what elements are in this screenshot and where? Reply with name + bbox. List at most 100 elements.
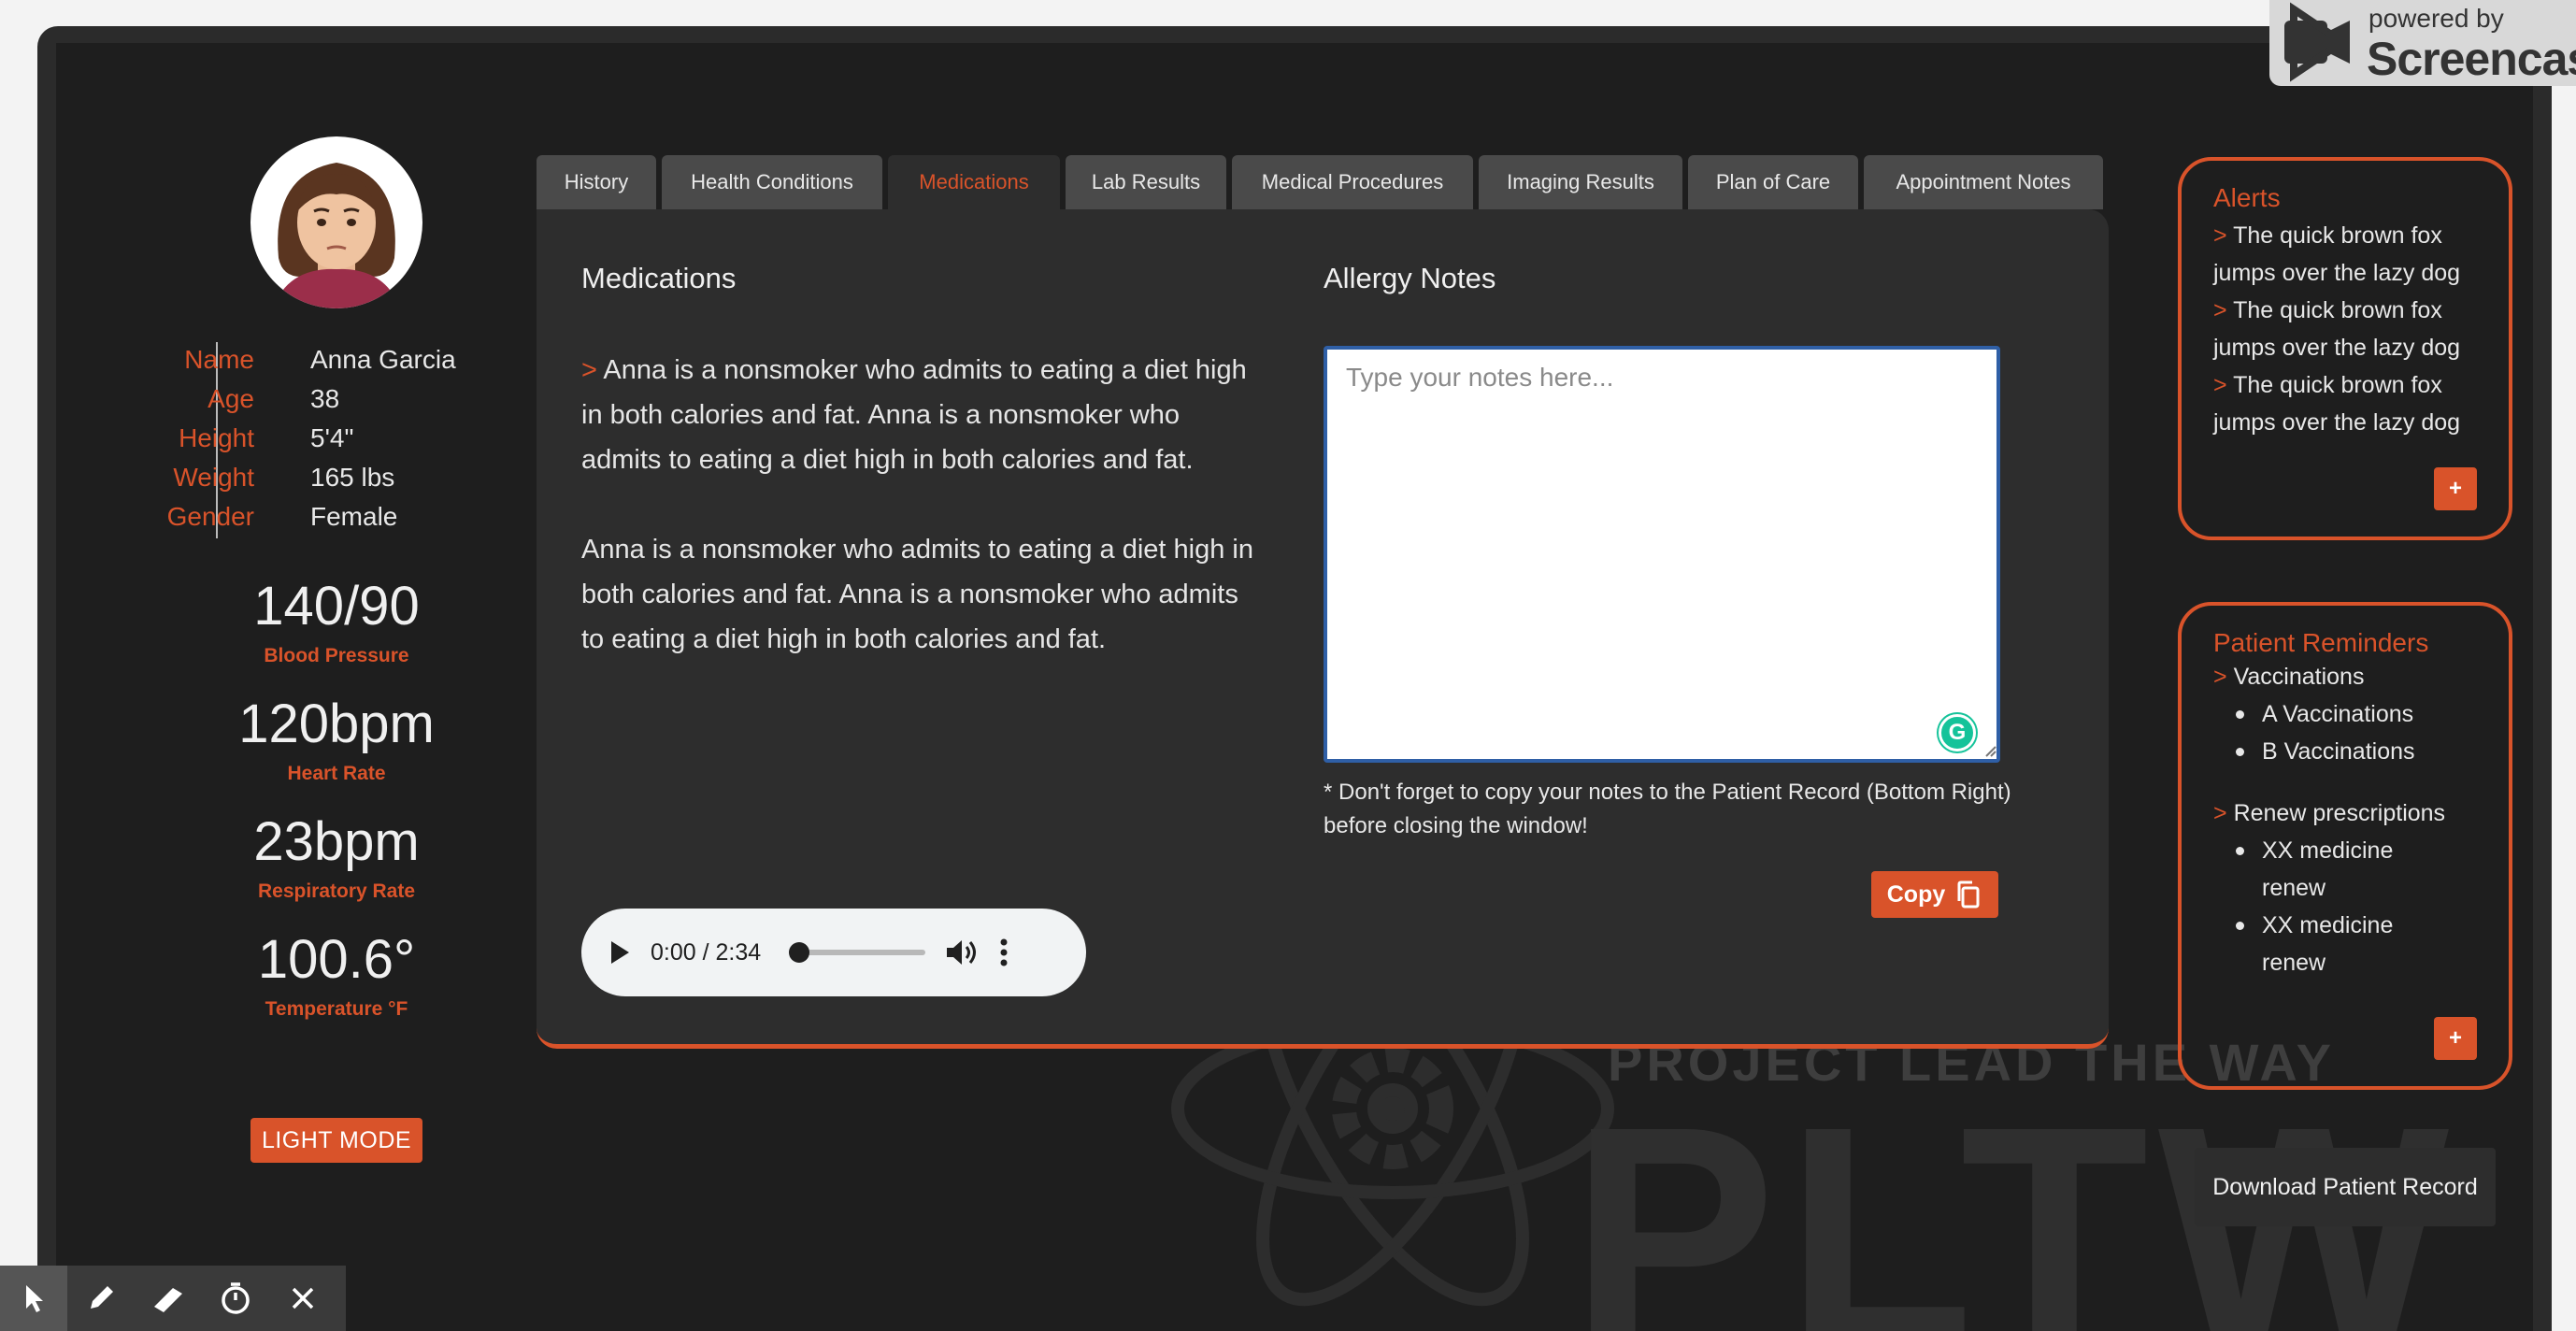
patient-info: Name Anna Garcia Age 38 Height 5'4" Weig… bbox=[150, 340, 456, 537]
tab-bar: History Health Conditions Medications La… bbox=[537, 155, 2103, 209]
vital-blood-pressure: 140/90 Blood Pressure bbox=[178, 580, 495, 667]
tab-health-conditions[interactable]: Health Conditions bbox=[662, 155, 882, 209]
close-tool[interactable] bbox=[269, 1266, 336, 1331]
caret-icon: > bbox=[2213, 222, 2227, 249]
audio-time: 0:00 / 2:34 bbox=[651, 938, 762, 966]
avatar-illustration-icon bbox=[273, 163, 400, 308]
allergy-notes-title: Allergy Notes bbox=[1324, 262, 1496, 294]
tab-lab-results[interactable]: Lab Results bbox=[1066, 155, 1226, 209]
vital-value: 120bpm bbox=[238, 694, 435, 754]
tab-history[interactable]: History bbox=[537, 155, 656, 209]
play-icon[interactable] bbox=[608, 938, 632, 966]
vital-value: 140/90 bbox=[253, 576, 420, 637]
reminder-group-name: Vaccinations bbox=[2233, 664, 2365, 690]
reminder-group: > Vaccinations bbox=[2213, 658, 2477, 695]
patient-reminders-box: Patient Reminders > Vaccinations A Vacci… bbox=[2178, 602, 2512, 1090]
alerts-title: Alerts bbox=[2213, 183, 2281, 212]
caret-icon: > bbox=[2213, 372, 2227, 398]
info-value: 5'4" bbox=[310, 423, 354, 452]
alert-text: The quick brown fox jumps over the lazy … bbox=[2213, 297, 2461, 361]
medications-text: Anna is a nonsmoker who admits to eating… bbox=[581, 355, 1247, 475]
medications-paragraph: > Anna is a nonsmoker who admits to eati… bbox=[581, 348, 1254, 482]
list-item: XX medicine renew bbox=[2236, 832, 2449, 907]
alert-item: > The quick brown fox jumps over the laz… bbox=[2213, 292, 2477, 366]
pen-icon bbox=[91, 1286, 113, 1309]
caret-icon: > bbox=[2213, 297, 2227, 323]
recorder-toolbar bbox=[0, 1266, 346, 1331]
vital-label: Blood Pressure bbox=[264, 645, 409, 666]
copy-icon bbox=[1957, 880, 1980, 909]
powered-by-label: powered by bbox=[2368, 4, 2504, 33]
info-row-gender: Gender Female bbox=[150, 497, 456, 537]
vital-label: Heart Rate bbox=[287, 763, 386, 784]
alert-text: The quick brown fox jumps over the lazy … bbox=[2213, 222, 2461, 286]
highlighter-icon bbox=[154, 1288, 182, 1312]
alerts-box: Alerts > The quick brown fox jumps over … bbox=[2178, 157, 2512, 540]
tab-medical-procedures[interactable]: Medical Procedures bbox=[1232, 155, 1473, 209]
vital-value: 100.6° bbox=[257, 929, 416, 990]
pointer-icon bbox=[26, 1285, 43, 1312]
grammarly-icon[interactable]: G bbox=[1939, 714, 1976, 751]
medications-panel: Medications > Anna is a nonsmoker who ad… bbox=[537, 209, 2109, 1049]
list-item: A Vaccinations bbox=[2236, 695, 2477, 733]
info-value: Anna Garcia bbox=[310, 345, 456, 374]
copy-label: Copy bbox=[1886, 880, 1946, 908]
info-label: Name bbox=[184, 345, 254, 374]
more-options-icon[interactable] bbox=[998, 937, 1009, 967]
info-row-height: Height 5'4" bbox=[150, 419, 456, 458]
audio-seek-knob[interactable] bbox=[789, 942, 809, 963]
list-item: XX medicine renew bbox=[2236, 907, 2449, 981]
allergy-notes-input[interactable] bbox=[1324, 346, 2000, 763]
timer-tool[interactable] bbox=[202, 1266, 269, 1331]
notes-hint: * Don't forget to copy your notes to the… bbox=[1324, 780, 2011, 838]
audio-player: 0:00 / 2:34 bbox=[581, 909, 1086, 996]
screencast-logo-icon bbox=[2284, 2, 2350, 82]
caret-icon: > bbox=[2213, 664, 2227, 690]
tab-appointment-notes[interactable]: Appointment Notes bbox=[1864, 155, 2103, 209]
caret-icon: > bbox=[581, 355, 597, 385]
vital-heart-rate: 120bpm Heart Rate bbox=[178, 697, 495, 785]
reminders-title: Patient Reminders bbox=[2213, 628, 2429, 657]
pen-tool[interactable] bbox=[67, 1266, 135, 1331]
pointer-tool[interactable] bbox=[0, 1266, 67, 1331]
screencast-watermark: powered by Screencast bbox=[2269, 0, 2576, 86]
vital-label: Temperature °F bbox=[265, 998, 408, 1020]
info-value: 38 bbox=[310, 384, 340, 413]
alert-item: > The quick brown fox jumps over the laz… bbox=[2213, 366, 2477, 441]
info-label: Height bbox=[179, 423, 254, 452]
medications-paragraph: Anna is a nonsmoker who admits to eating… bbox=[581, 535, 1253, 654]
tab-imaging-results[interactable]: Imaging Results bbox=[1479, 155, 1682, 209]
info-value: Female bbox=[310, 502, 398, 531]
volume-icon[interactable] bbox=[944, 937, 980, 968]
info-row-weight: Weight 165 lbs bbox=[150, 458, 456, 497]
resize-handle-icon[interactable] bbox=[1983, 744, 1996, 757]
add-alert-button[interactable]: + bbox=[2434, 467, 2477, 510]
medications-title: Medications bbox=[581, 262, 737, 294]
tab-plan-of-care[interactable]: Plan of Care bbox=[1688, 155, 1858, 209]
list-item: B Vaccinations bbox=[2236, 733, 2477, 770]
vital-value: 23bpm bbox=[253, 811, 420, 872]
info-label: Age bbox=[208, 384, 254, 413]
alert-text: The quick brown fox jumps over the lazy … bbox=[2213, 372, 2461, 436]
app-screen: PROJECT LEAD THE WAY PLTW Name Anna Garc… bbox=[56, 43, 2533, 1331]
add-reminder-button[interactable]: + bbox=[2434, 1017, 2477, 1060]
download-patient-record-button[interactable]: Download Patient Record bbox=[2195, 1148, 2496, 1226]
reminder-group-name: Renew prescriptions bbox=[2233, 800, 2446, 826]
patient-avatar bbox=[250, 136, 422, 308]
reminder-list: XX medicine renew XX medicine renew bbox=[2236, 832, 2449, 981]
vital-temperature: 100.6° Temperature °F bbox=[178, 933, 495, 1021]
info-label: Weight bbox=[173, 463, 254, 492]
close-icon bbox=[292, 1287, 314, 1310]
info-row-name: Name Anna Garcia bbox=[150, 340, 456, 379]
light-mode-button[interactable]: LIGHT MODE bbox=[250, 1118, 422, 1163]
highlighter-tool[interactable] bbox=[135, 1266, 202, 1331]
info-value: 165 lbs bbox=[310, 463, 395, 492]
alert-item: > The quick brown fox jumps over the laz… bbox=[2213, 217, 2477, 292]
copy-button[interactable]: Copy bbox=[1871, 871, 1998, 918]
audio-seek-bar[interactable] bbox=[789, 942, 925, 963]
tab-medications[interactable]: Medications bbox=[888, 155, 1060, 209]
reminder-list: A Vaccinations B Vaccinations bbox=[2236, 695, 2477, 770]
info-row-age: Age 38 bbox=[150, 379, 456, 419]
vital-respiratory-rate: 23bpm Respiratory Rate bbox=[178, 815, 495, 903]
reminder-group: > Renew prescriptions bbox=[2213, 794, 2477, 832]
